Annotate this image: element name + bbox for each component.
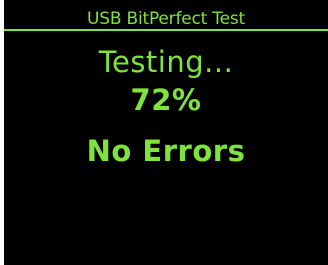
device-display: USB BitPerfect Test Testing... 72% No Er… [4, 0, 328, 265]
error-status: No Errors [86, 134, 246, 168]
test-status: Testing... [98, 45, 234, 79]
screen-title: USB BitPerfect Test [87, 9, 245, 29]
title-divider [4, 29, 328, 31]
progress-percent: 72% [130, 83, 202, 117]
